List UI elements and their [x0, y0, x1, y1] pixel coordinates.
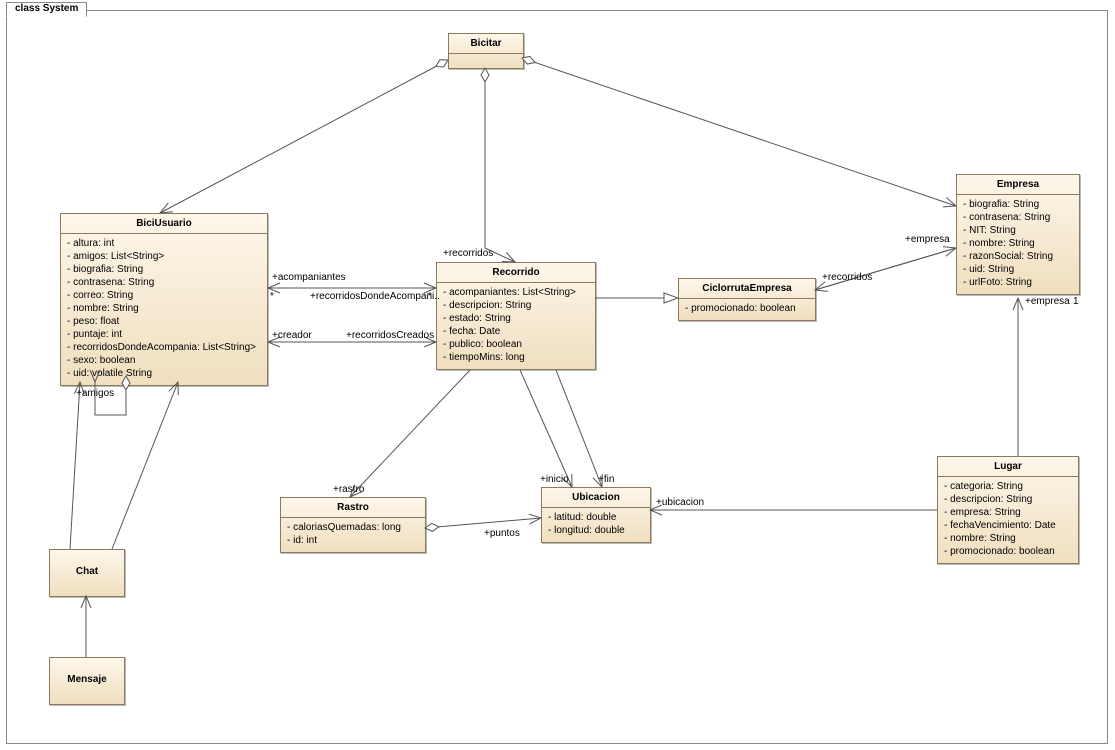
- class-ciclorruta: CiclorrutaEmpresa - promocionado: boolea…: [678, 278, 816, 321]
- class-chat: Chat: [49, 549, 125, 597]
- lbl-recorridos2: +recorridos: [822, 272, 872, 283]
- class-rastro-attrs: - caloriasQuemadas: long - id: int: [281, 518, 425, 552]
- class-lugar-attrs: - categoria: String - descripcion: Strin…: [938, 477, 1078, 563]
- class-ciclorruta-attrs: - promocionado: boolean: [679, 299, 815, 320]
- class-mensaje-title: Mensaje: [50, 658, 124, 689]
- lbl-star1: *: [270, 291, 274, 302]
- class-biciusuario-title: BiciUsuario: [61, 214, 267, 234]
- lbl-amigos: +amigos: [76, 388, 114, 399]
- class-chat-title: Chat: [50, 550, 124, 581]
- lbl-rastro: +rastro: [333, 484, 364, 495]
- class-rastro: Rastro - caloriasQuemadas: long - id: in…: [280, 497, 426, 553]
- class-empresa-title: Empresa: [957, 175, 1079, 195]
- class-ubicacion: Ubicacion - latitud: double - longitud: …: [541, 487, 651, 543]
- lbl-recorridos1: +recorridos: [443, 248, 493, 259]
- class-bicitar: Bicitar: [448, 33, 524, 69]
- lbl-ubicacion: +ubicacion: [656, 497, 704, 508]
- class-biciusuario-attrs: - altura: int - amigos: List<String> - b…: [61, 234, 267, 385]
- class-bicitar-title: Bicitar: [449, 34, 523, 54]
- class-ubicacion-attrs: - latitud: double - longitud: double: [542, 508, 650, 542]
- class-recorrido-attrs: - acompaniantes: List<String> - descripc…: [437, 283, 595, 369]
- class-mensaje: Mensaje: [49, 657, 125, 705]
- class-ciclorruta-title: CiclorrutaEmpresa: [679, 279, 815, 299]
- class-lugar-title: Lugar: [938, 457, 1078, 477]
- lbl-inicio: +inicio: [540, 474, 569, 485]
- class-lugar: Lugar - categoria: String - descripcion:…: [937, 456, 1079, 564]
- class-empresa-attrs: - biografia: String - contrasena: String…: [957, 195, 1079, 294]
- diagram-title: class System: [6, 2, 87, 17]
- lbl-rda: +recorridosDondeAcompani..: [310, 291, 440, 302]
- class-empresa: Empresa - biografia: String - contrasena…: [956, 174, 1080, 295]
- lbl-empresa1: +empresa: [905, 234, 950, 245]
- lbl-recc: +recorridosCreados: [346, 330, 434, 341]
- class-rastro-title: Rastro: [281, 498, 425, 518]
- lbl-one: 1: [1073, 296, 1079, 307]
- lbl-acompaniantes: +acompaniantes: [272, 272, 346, 283]
- class-recorrido-title: Recorrido: [437, 263, 595, 283]
- lbl-creador: +creador: [272, 330, 312, 341]
- lbl-fin: +fin: [598, 474, 614, 485]
- class-biciusuario: BiciUsuario - altura: int - amigos: List…: [60, 213, 268, 386]
- class-recorrido: Recorrido - acompaniantes: List<String> …: [436, 262, 596, 370]
- lbl-empresa2: +empresa: [1025, 296, 1070, 307]
- lbl-puntos: +puntos: [484, 528, 520, 539]
- lbl-star2: *: [428, 291, 432, 302]
- class-ubicacion-title: Ubicacion: [542, 488, 650, 508]
